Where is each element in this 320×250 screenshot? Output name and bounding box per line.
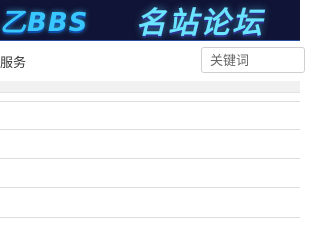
content-area [0,81,300,250]
table-row-divider [0,158,300,159]
search-input[interactable] [201,47,305,73]
table-row-divider [0,101,300,102]
table-row-divider [0,129,300,130]
table-header-strip [0,81,300,93]
site-banner: 乙BBS 名站论坛 [0,0,300,41]
site-logo[interactable]: 乙BBS [0,3,88,38]
nav-bar: 服务 [0,41,305,81]
table-row-divider [0,187,300,188]
site-title[interactable]: 名站论坛 [136,1,264,41]
table-row-divider [0,217,300,218]
nav-item-service[interactable]: 服务 [0,52,26,71]
